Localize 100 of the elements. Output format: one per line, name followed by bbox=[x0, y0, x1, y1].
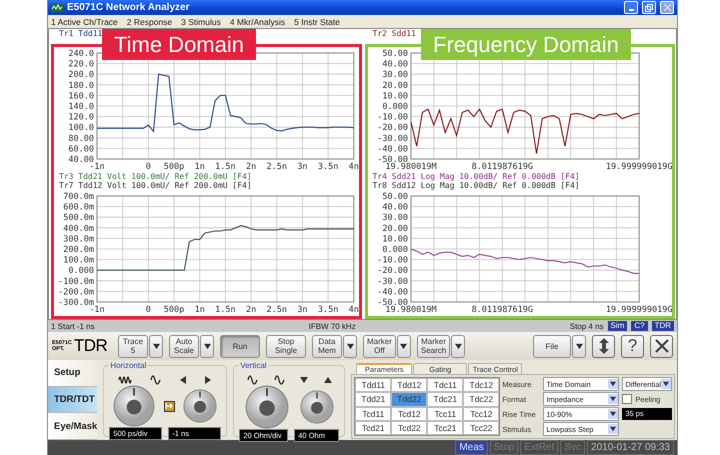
parameter-cell[interactable]: Tcc22 bbox=[463, 420, 500, 435]
caret-icon bbox=[576, 342, 582, 350]
x-tick-label: 19.999999019G bbox=[605, 305, 672, 315]
checkbox[interactable] bbox=[622, 394, 632, 404]
parameter-cell[interactable]: Tcc11 bbox=[427, 406, 464, 421]
parameter-cell[interactable]: Tcd11 bbox=[355, 406, 392, 421]
toolbar-button[interactable]: Run bbox=[220, 334, 260, 358]
parameter-cell[interactable]: Tcd21 bbox=[355, 420, 392, 435]
dropdown-arrow-button[interactable] bbox=[149, 334, 163, 358]
x-tick-label: 3n bbox=[297, 162, 308, 172]
toolbar-button[interactable]: Marker Search bbox=[416, 334, 450, 358]
parameter-cell[interactable]: Tdc12 bbox=[463, 378, 500, 392]
window-title: E5071C Network Analyzer bbox=[67, 2, 190, 13]
minimize-button[interactable] bbox=[624, 1, 638, 14]
dropdown-arrow-button[interactable] bbox=[451, 334, 466, 358]
x-tick-label: 1n bbox=[194, 305, 205, 315]
y-tick-label: 100.0m bbox=[63, 256, 94, 266]
trace-label: Tr7 Tdd12 Volt 100.0mU/ Ref 200.0mU [F4] bbox=[59, 182, 252, 190]
caret-icon bbox=[663, 381, 670, 387]
parameter-cell[interactable]: Tdc22 bbox=[463, 392, 500, 406]
menu-item[interactable]: 3 Stimulus bbox=[181, 16, 221, 26]
y-tick-label: -300.0m bbox=[58, 298, 94, 308]
y-tick-label: -20.00 bbox=[376, 123, 408, 134]
y-tick-label: 240.0 bbox=[68, 49, 94, 59]
caret-icon bbox=[346, 342, 354, 350]
parameter-cell[interactable]: Tcc12 bbox=[463, 406, 500, 421]
y-tick-label: 200.0m bbox=[63, 245, 94, 255]
link-button[interactable] bbox=[164, 400, 175, 412]
knob[interactable] bbox=[244, 385, 289, 429]
frame-title: Frequency Domain bbox=[421, 29, 631, 60]
knob[interactable] bbox=[300, 390, 334, 424]
wave-icon bbox=[274, 374, 285, 385]
parameter-cell[interactable]: Tcd22 bbox=[391, 420, 428, 435]
parameter-cell[interactable]: Tdc21 bbox=[427, 392, 464, 406]
dropdown-arrow-button[interactable] bbox=[343, 334, 357, 358]
close-button[interactable] bbox=[650, 334, 673, 358]
parameter-cell[interactable]: Tdc11 bbox=[427, 378, 464, 392]
y-tick-label: 80.00 bbox=[68, 134, 94, 144]
menu-item[interactable]: 2 Response bbox=[126, 16, 172, 26]
x-tick-label: 8.011987619G bbox=[471, 305, 532, 315]
x-tick-label: 500p bbox=[164, 162, 184, 172]
parameter-cell[interactable]: Tdd11 bbox=[355, 378, 392, 392]
parameter-cell[interactable]: Tdd12 bbox=[391, 378, 428, 392]
toolbar-button[interactable]: Stop Single bbox=[266, 334, 306, 358]
y-tick-label: 0.000 bbox=[382, 245, 408, 255]
y-tick-label: -40.00 bbox=[376, 144, 408, 154]
side-tab[interactable]: TDR/TDT bbox=[48, 386, 98, 414]
status-badge: TDR bbox=[652, 321, 674, 331]
caret-icon bbox=[610, 381, 616, 387]
menu-item[interactable]: 4 Mkr/Analysis bbox=[230, 16, 286, 26]
knob[interactable] bbox=[113, 385, 156, 427]
y-tick-label: 50.00 bbox=[382, 192, 408, 202]
trace-label: Tr3 Tdd21 Volt 100.0mU/ Ref 200.0mU [F4] bbox=[59, 173, 252, 182]
help-button[interactable]: ? bbox=[621, 334, 644, 358]
restore-icon bbox=[645, 4, 653, 12]
menu-item[interactable]: 5 Instr State bbox=[294, 16, 340, 26]
side-tab[interactable]: Eye/Mask bbox=[48, 413, 98, 440]
y-tick-label: 30.00 bbox=[382, 213, 408, 224]
parameter-cell[interactable]: Tcc21 bbox=[427, 420, 464, 435]
y-tick-label: 10.00 bbox=[382, 91, 408, 102]
y-tick-label: 180.0 bbox=[68, 80, 94, 91]
parameter-cell[interactable]: Tdd21 bbox=[355, 392, 392, 406]
toolbar-button[interactable]: Marker Off bbox=[363, 334, 396, 358]
trace-label: Tr2 Sdd11 bbox=[372, 30, 416, 38]
trace-label: Tr4 Sdd21 Log Mag 10.00dB/ Ref 0.000dB [F4] bbox=[372, 173, 580, 182]
toolbar-button[interactable]: Trace 5 bbox=[118, 334, 148, 358]
x-tick-label: 4n bbox=[348, 162, 359, 172]
y-tick-label: -10.00 bbox=[376, 256, 408, 266]
x-tick-label: 0 bbox=[146, 162, 151, 172]
toolbar-button[interactable]: Data Mem bbox=[312, 334, 342, 358]
dropdown-arrow-button[interactable] bbox=[572, 334, 586, 358]
parameter-cell[interactable]: Tcd12 bbox=[391, 406, 428, 421]
caret-icon bbox=[400, 342, 408, 350]
y-tick-label: 50.00 bbox=[382, 49, 408, 59]
clock-text: 2010-01-27 09:33 bbox=[587, 440, 674, 455]
updown-button[interactable] bbox=[592, 334, 615, 358]
restore-button[interactable] bbox=[642, 1, 656, 14]
frame-title: Time Domain bbox=[102, 29, 256, 60]
x-tick-label: 8.011987619G bbox=[471, 162, 532, 172]
toolbar-button[interactable]: Auto Scale bbox=[169, 334, 199, 358]
dropdown-arrow-button[interactable] bbox=[200, 334, 214, 358]
y-tick-label: 40.00 bbox=[68, 155, 94, 165]
x-tick-label: 3.5n bbox=[318, 162, 338, 172]
x-tick-label: 1n bbox=[194, 162, 205, 172]
caret-icon bbox=[204, 342, 210, 350]
parameter-cell[interactable]: Tdd22 bbox=[391, 392, 428, 406]
y-tick-label: 200.0 bbox=[68, 70, 94, 80]
right-arrow-icon bbox=[204, 376, 212, 384]
dropdown-arrow-button[interactable] bbox=[396, 334, 411, 358]
x-tick-label: 1.5n bbox=[215, 162, 236, 172]
file-button[interactable]: File bbox=[533, 334, 571, 358]
y-tick-label: 400.0m bbox=[63, 224, 94, 234]
menu-item[interactable]: 1 Active Ch/Trace bbox=[51, 16, 118, 26]
status-indicator: Meas bbox=[455, 440, 488, 455]
status-badge: Sim bbox=[608, 321, 628, 331]
knob[interactable] bbox=[183, 389, 218, 423]
side-tab[interactable]: Setup bbox=[48, 360, 98, 387]
x-tick-label: 2.5n bbox=[266, 162, 287, 172]
y-tick-label: -30.00 bbox=[376, 276, 408, 287]
close-icon bbox=[654, 339, 668, 353]
